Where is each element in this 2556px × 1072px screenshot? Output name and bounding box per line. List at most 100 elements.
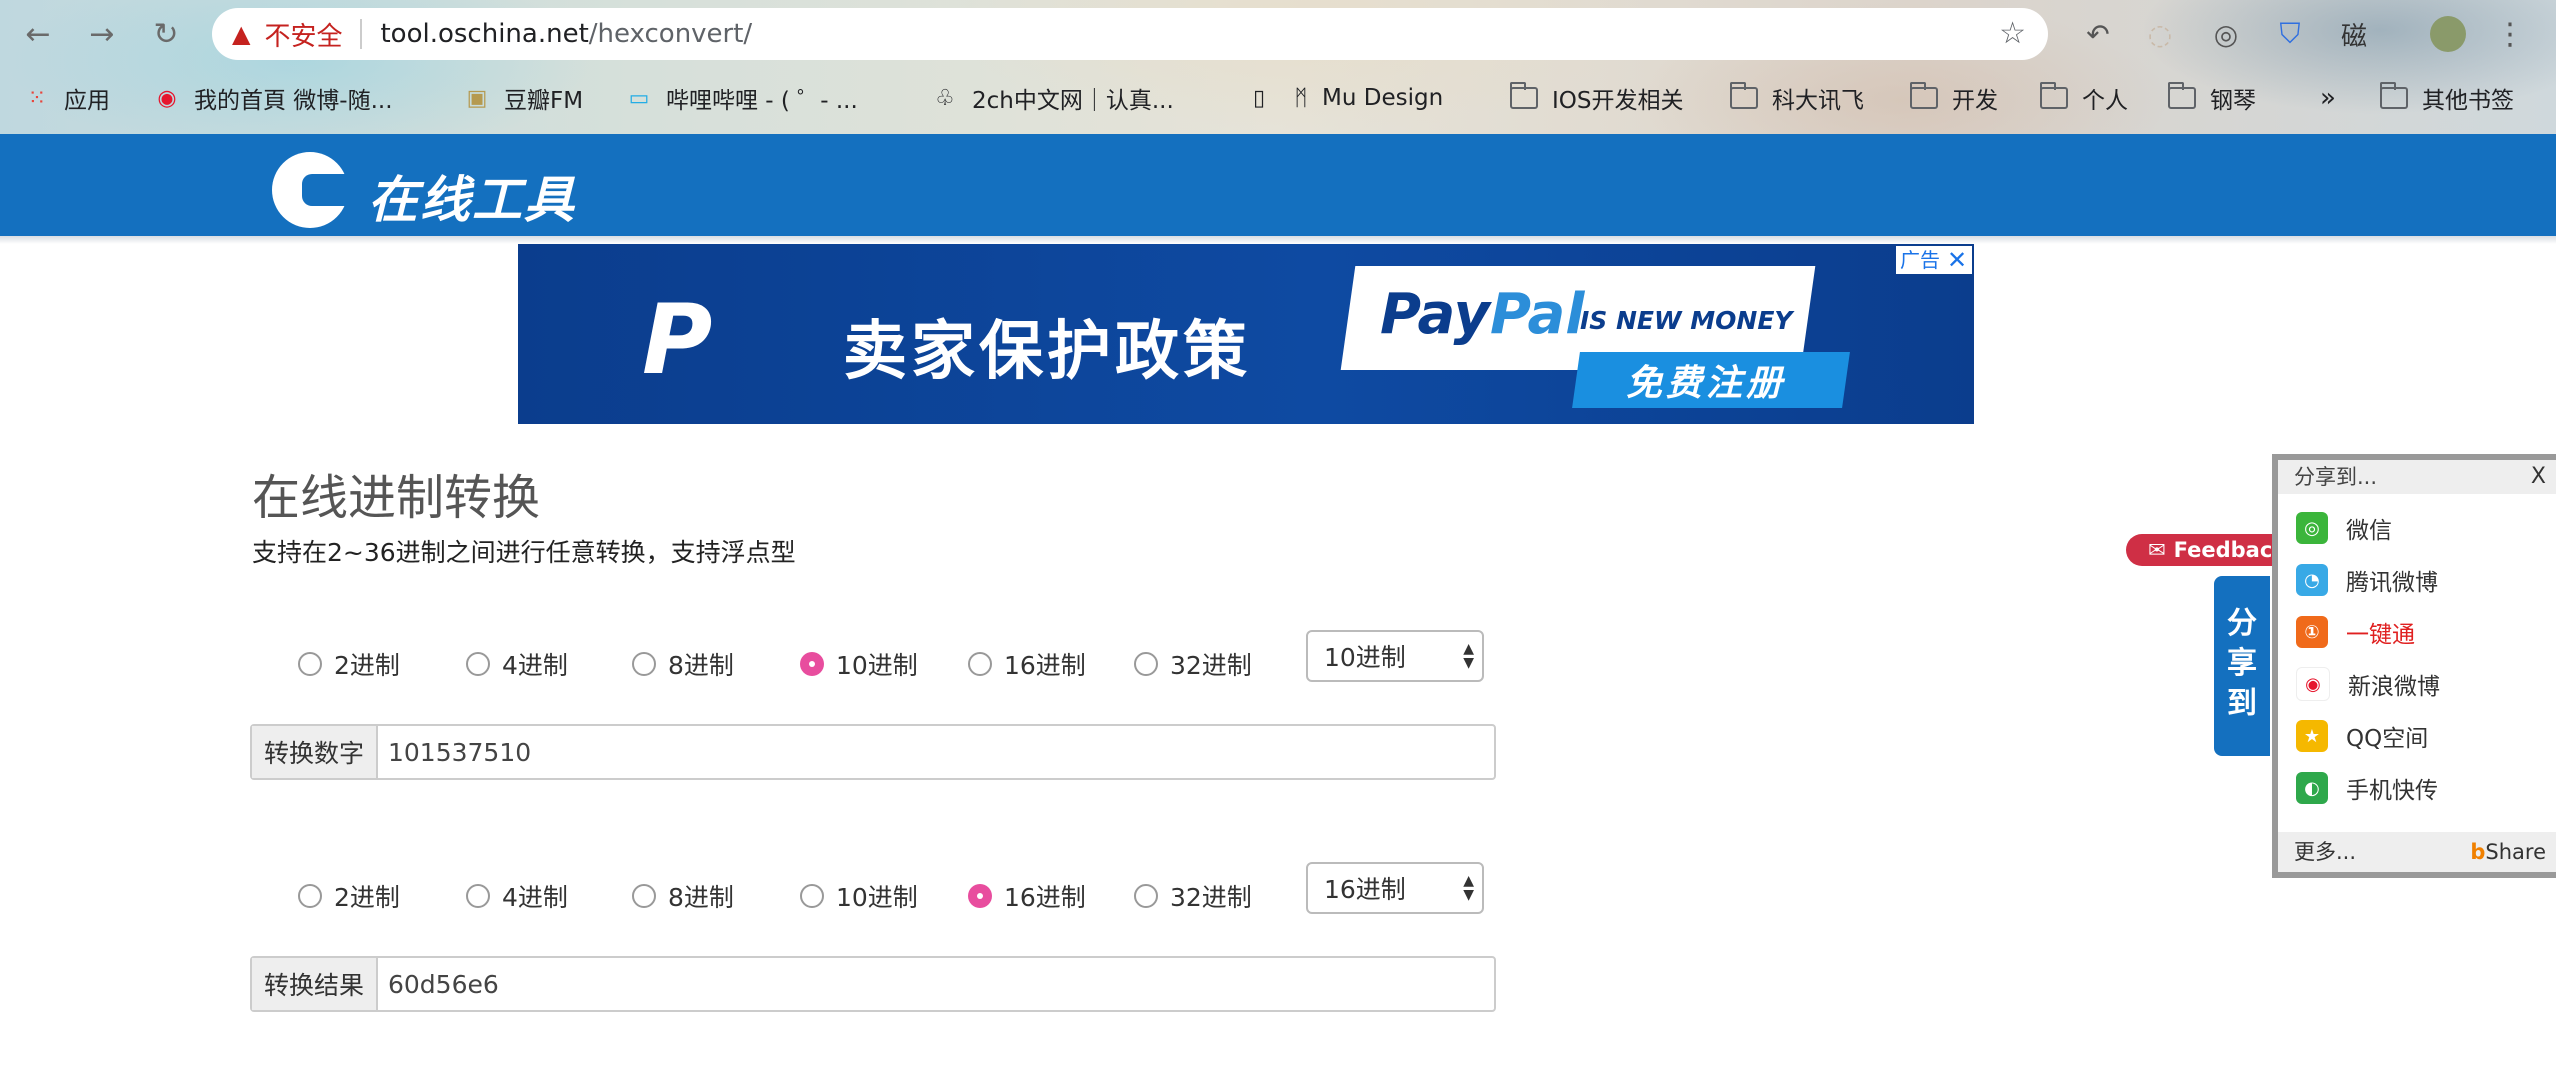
extension-faded-icon[interactable]: ◌: [2140, 14, 2180, 54]
share-item-sina-weibo[interactable]: ◉ 新浪微博: [2296, 666, 2440, 702]
target-radix-option[interactable]: 2进制: [298, 876, 400, 916]
radio-label: 2进制: [334, 651, 400, 680]
radio-button[interactable]: [632, 884, 656, 908]
ad-banner[interactable]: P 卖家保护政策 PayPal IS NEW MONEY 免费注册 广告 ✕: [518, 244, 1974, 424]
radio-button[interactable]: [800, 884, 824, 908]
radio-button[interactable]: [298, 884, 322, 908]
extension-undo-icon[interactable]: ↶: [2078, 14, 2118, 54]
bookmark-star-icon[interactable]: ☆: [1999, 16, 2026, 51]
bookmark-folder[interactable]: 钢琴: [2168, 70, 2256, 126]
bookmark-folder[interactable]: IOS开发相关: [1510, 70, 1684, 126]
feedback-label: Feedback: [2173, 538, 2287, 562]
ad-close-icon[interactable]: ✕: [1942, 246, 1972, 274]
radio-button[interactable]: [800, 652, 824, 676]
reload-icon[interactable]: ↻: [144, 12, 188, 56]
site-logo-icon[interactable]: [272, 152, 358, 228]
bookmark-item[interactable]: ♧ 2ch中文网｜认真...: [930, 70, 1174, 126]
radio-button[interactable]: [1134, 652, 1158, 676]
source-radix-option[interactable]: 8进制: [632, 644, 734, 684]
source-radix-option[interactable]: 32进制: [1134, 644, 1252, 684]
share-close-button[interactable]: X: [2531, 460, 2546, 494]
bookmark-folder[interactable]: 开发: [1910, 70, 1998, 126]
bookmark-item[interactable]: ◉ 我的首頁 微博-随...: [152, 70, 392, 126]
url-path: /hexconvert/: [588, 19, 753, 49]
extension-spiral-icon[interactable]: ◎: [2206, 14, 2246, 54]
share-item-label: 腾讯微博: [2346, 570, 2438, 596]
result-group: 转换结果 60d56e6: [250, 956, 1496, 1012]
source-number-input[interactable]: 101537510: [378, 726, 1494, 778]
tencent-weibo-icon: ◔: [2296, 564, 2328, 596]
security-label: 不安全: [264, 21, 343, 52]
bookmarks-overflow-button[interactable]: »: [2320, 70, 2336, 126]
share-item-label: 新浪微博: [2348, 674, 2440, 700]
folder-icon: [1730, 82, 1758, 109]
share-more-link[interactable]: 更多...: [2294, 832, 2356, 872]
bshare-brand-rest: Share: [2485, 840, 2546, 864]
sina-weibo-icon: ◉: [2296, 667, 2330, 701]
forward-icon[interactable]: →: [80, 12, 124, 56]
bookmark-label: 2ch中文网｜认真...: [972, 88, 1174, 114]
radio-button[interactable]: [968, 652, 992, 676]
bookmark-label: 开发: [1952, 88, 1998, 114]
result-output-field[interactable]: 60d56e6: [378, 958, 1494, 1010]
share-item-qzone[interactable]: ★ QQ空间: [2296, 718, 2428, 754]
bookmark-label: 个人: [2082, 88, 2128, 114]
share-item-tencent-weibo[interactable]: ◔ 腾讯微博: [2296, 562, 2438, 598]
extension-magnet-text[interactable]: 磁: [2334, 14, 2374, 54]
bookmark-folder[interactable]: 科大讯飞: [1730, 70, 1864, 126]
bookmark-item[interactable]: ⁙ 应用: [22, 70, 110, 126]
profile-avatar[interactable]: [2428, 14, 2468, 54]
radio-label: 10进制: [836, 883, 918, 912]
extension-shield-icon[interactable]: ⛉: [2270, 14, 2310, 54]
source-radix-option[interactable]: 4进制: [466, 644, 568, 684]
radio-button[interactable]: [466, 652, 490, 676]
share-item-phone-transfer[interactable]: ◐ 手机快传: [2296, 770, 2438, 806]
radio-button[interactable]: [298, 652, 322, 676]
radio-button[interactable]: [1134, 884, 1158, 908]
menu-kebab-icon[interactable]: ⋮: [2490, 14, 2530, 54]
bookmark-label: IOS开发相关: [1552, 88, 1684, 114]
bookmark-label: 科大讯飞: [1772, 88, 1864, 114]
warning-icon: ▲: [232, 20, 251, 48]
source-radix-option[interactable]: 16进制: [968, 644, 1086, 684]
source-radix-select[interactable]: 10进制 ▲ ▼: [1306, 630, 1484, 682]
source-radix-option[interactable]: 2进制: [298, 644, 400, 684]
bshare-brand[interactable]: bShare: [2470, 832, 2546, 872]
bookmark-item[interactable]: ▭ 哔哩哔哩 - ( ゜- ...: [624, 70, 858, 126]
target-radix-select[interactable]: 16进制 ▲ ▼: [1306, 862, 1484, 914]
radio-button[interactable]: [968, 884, 992, 908]
address-bar[interactable]: ▲ 不安全 tool.oschina.net/hexconvert/ ☆: [212, 8, 2048, 60]
bilibili-icon: ▭: [628, 85, 650, 111]
target-radix-option[interactable]: 16进制: [968, 876, 1086, 916]
2ch-icon: ♧: [935, 85, 955, 111]
address-divider: [360, 19, 363, 49]
target-radix-option[interactable]: 8进制: [632, 876, 734, 916]
site-header: 在线工具: [0, 134, 2556, 236]
bookmark-item[interactable]: ▯ ᛗ Mu Design: [1244, 70, 1443, 126]
paypal-logo-pal: Pal: [1490, 282, 1585, 347]
target-radix-group: 2进制 4进制 8进制 10进制 16进制 32进制: [298, 876, 1298, 916]
source-radix-option[interactable]: 10进制: [800, 644, 918, 684]
share-tab-char: 到: [2227, 686, 2257, 721]
mail-icon: ✉: [2148, 538, 2166, 562]
share-item-one-click[interactable]: ① 一键通: [2296, 614, 2415, 650]
share-tab-char: 享: [2227, 646, 2257, 681]
folder-icon: [1510, 82, 1538, 109]
bookmark-label: Mu Design: [1322, 85, 1444, 111]
share-item-wechat[interactable]: ◎ 微信: [2296, 510, 2392, 546]
bookmark-item[interactable]: ▣ 豆瓣FM: [462, 70, 583, 126]
radio-button[interactable]: [632, 652, 656, 676]
target-radix-option[interactable]: 32进制: [1134, 876, 1252, 916]
qzone-icon: ★: [2296, 720, 2328, 752]
other-bookmarks-folder[interactable]: 其他书签: [2380, 70, 2514, 126]
bookmark-folder[interactable]: 个人: [2040, 70, 2128, 126]
radio-button[interactable]: [466, 884, 490, 908]
paypal-logo: PayPal: [1380, 282, 1584, 347]
share-tab[interactable]: 分 享 到: [2214, 576, 2270, 756]
site-logo-text[interactable]: 在线工具: [368, 160, 576, 232]
target-radix-option[interactable]: 4进制: [466, 876, 568, 916]
ad-signup-button[interactable]: 免费注册: [1626, 354, 1786, 406]
target-radix-option[interactable]: 10进制: [800, 876, 918, 916]
back-icon[interactable]: ←: [16, 12, 60, 56]
share-item-label: 一键通: [2346, 622, 2415, 648]
